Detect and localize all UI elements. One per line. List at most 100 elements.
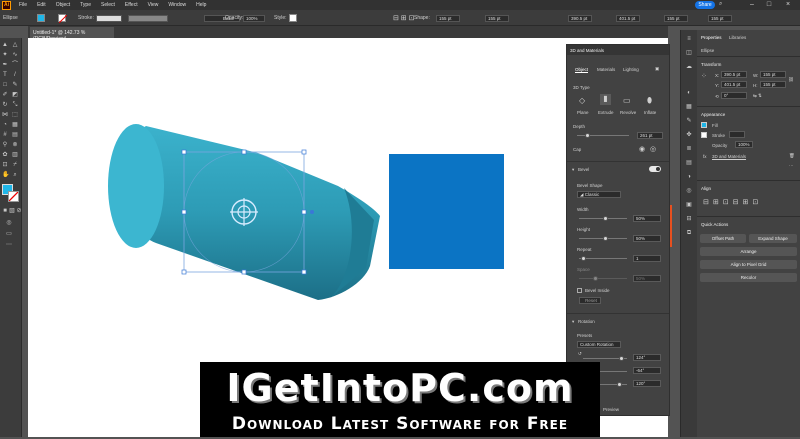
properties-icon[interactable]: ≡ (686, 36, 692, 42)
mesh-tool-icon[interactable]: # (2, 132, 8, 138)
align-panel-icon[interactable]: ⊟ (686, 216, 692, 222)
gradient-mode-icon[interactable]: ▧ (9, 208, 15, 214)
bevel-chevron-icon[interactable]: ▾ (572, 167, 574, 173)
lasso-icon[interactable]: ∿ (12, 52, 18, 58)
presets-select[interactable]: Custom Rotation (577, 341, 621, 348)
repeat-slider[interactable] (579, 256, 627, 261)
depth-field[interactable]: 261 pt (637, 132, 663, 139)
bevel-toggle[interactable] (649, 166, 661, 172)
draw-mode-icon[interactable]: ◎ (6, 220, 12, 226)
rotation-x-knob[interactable] (619, 356, 624, 361)
reset-button[interactable]: Reset (579, 297, 601, 304)
prop-stroke-weight[interactable] (729, 131, 745, 138)
bevel-width-knob[interactable] (603, 216, 608, 221)
hand-tool-icon[interactable]: ✋ (2, 172, 9, 178)
menu-type[interactable]: Type (75, 2, 96, 8)
maximize-icon[interactable]: □ (762, 0, 776, 10)
rectangle-tool-icon[interactable]: □ (2, 82, 8, 88)
tab-lighting[interactable]: Lighting (623, 67, 639, 72)
rotation-z-field[interactable]: 120° (633, 380, 661, 387)
rotation-y-field[interactable]: -64° (633, 367, 661, 374)
gradient-tool-icon[interactable]: ▤ (12, 132, 18, 138)
rotation-chevron-icon[interactable]: ▾ (572, 319, 574, 325)
menu-file[interactable]: File (14, 2, 32, 8)
minimize-icon[interactable]: – (745, 0, 759, 10)
symbols-icon[interactable]: ✤ (686, 132, 692, 138)
prop-x-field[interactable]: 390.5 pt (721, 71, 747, 78)
magic-wand-icon[interactable]: ✦ (2, 52, 8, 58)
none-mode-icon[interactable]: ⊘ (16, 208, 22, 214)
menu-window[interactable]: Window (163, 2, 191, 8)
shaper-tool-icon[interactable]: ✐ (2, 92, 8, 98)
paintbrush-icon[interactable]: ✎ (12, 82, 18, 88)
cap-off-icon[interactable]: ◎ (650, 145, 656, 153)
reference-point-icon[interactable]: ⁘ (701, 72, 707, 80)
search-icon[interactable]: ⌕ (719, 1, 727, 9)
bevel-shape-select[interactable]: ◢ Classic (577, 191, 621, 198)
line-tool-icon[interactable]: / (12, 72, 18, 78)
bevel-width-slider[interactable] (579, 216, 627, 221)
prop-h-field[interactable]: 155 pt (760, 81, 786, 88)
prop-fill-swatch[interactable] (701, 122, 707, 128)
eyedropper-icon[interactable]: ⚲ (2, 142, 8, 148)
artboard-tool-icon[interactable]: ⊡ (2, 162, 8, 168)
tab-properties[interactable]: Properties (701, 35, 722, 40)
prop-rotate-field[interactable]: 0° (721, 92, 747, 99)
depth-slider[interactable] (577, 133, 629, 138)
cap-on-icon[interactable]: ◉ (639, 145, 645, 153)
slice-tool-icon[interactable]: ⌿ (12, 162, 18, 168)
tab-object[interactable]: Object (575, 67, 589, 73)
color-mode-icon[interactable]: ■ (2, 208, 8, 214)
stroke-color-icon[interactable] (8, 191, 19, 202)
zoom-tool-icon[interactable]: ⌕ (12, 172, 18, 178)
perspective-grid-icon[interactable]: ▦ (12, 122, 18, 128)
align-pixel-grid-button[interactable]: Align to Pixel Grid (700, 260, 797, 269)
variable-width-field[interactable] (128, 15, 168, 22)
offset-path-button[interactable]: Offset Path (700, 234, 746, 243)
y-field[interactable]: 401.5 pt (616, 15, 640, 22)
bevel-height-slider[interactable] (579, 236, 627, 241)
pen-tool-icon[interactable]: ✒ (2, 62, 8, 68)
x-field[interactable]: 390.5 pt (568, 15, 592, 22)
width-tool-icon[interactable]: ⋈ (2, 112, 8, 118)
blend-tool-icon[interactable]: ⊗ (12, 142, 18, 148)
document-tab[interactable]: Untitled-1* @ 142.73 % (RGB/Preview) (30, 27, 114, 42)
stroke-swatch[interactable] (58, 14, 68, 24)
rotate-tool-icon[interactable]: ↻ (2, 102, 8, 108)
render-icon[interactable]: ▣ (655, 66, 659, 72)
pathfinder-icon[interactable]: ⧉ (686, 230, 692, 236)
arrange-button[interactable]: Arrange (700, 247, 797, 256)
tab-materials[interactable]: Materials (597, 67, 615, 72)
menu-select[interactable]: Select (96, 2, 120, 8)
menu-object[interactable]: Object (51, 2, 75, 8)
graphic-styles-icon[interactable]: ▣ (686, 202, 692, 208)
menu-help[interactable]: Help (191, 2, 211, 8)
inflate-icon[interactable]: ⬮ (647, 96, 652, 106)
expand-shape-button[interactable]: Expand Shape (749, 234, 797, 243)
revolve-icon[interactable]: ▭ (623, 96, 631, 105)
graph-tool-icon[interactable]: ▥ (12, 152, 18, 158)
prop-y-field[interactable]: 401.5 pt (721, 81, 747, 88)
swatches-icon[interactable]: ▦ (686, 104, 692, 110)
close-icon[interactable]: × (781, 0, 795, 10)
effect-link[interactable]: 3D and Materials (712, 154, 746, 159)
shape-height-field[interactable]: 155 pt (485, 15, 509, 22)
prop-opacity-field[interactable]: 100% (735, 141, 753, 148)
rotation-z-knob[interactable] (617, 382, 622, 387)
menu-view[interactable]: View (143, 2, 164, 8)
bevel-height-knob[interactable] (603, 236, 608, 241)
opacity-field[interactable]: 100% (243, 15, 265, 22)
type-tool-icon[interactable]: T (2, 72, 8, 78)
rotation-x-slider[interactable] (583, 356, 627, 361)
selection-tool-icon[interactable]: ▲ (2, 42, 8, 48)
stroke-weight-field[interactable] (96, 15, 122, 22)
depth-knob[interactable] (585, 133, 590, 138)
style-swatch[interactable] (289, 14, 297, 22)
screen-mode-icon[interactable]: ▭ (6, 231, 12, 237)
appearance-icon[interactable]: ◎ (686, 188, 692, 194)
recolor-button[interactable]: Recolor (700, 273, 797, 282)
stroke-panel-icon[interactable]: ≣ (686, 146, 692, 152)
eraser-icon[interactable]: ◩ (12, 92, 18, 98)
bevel-width-field[interactable]: 50% (633, 215, 661, 222)
w-field[interactable]: 155 pt (664, 15, 688, 22)
